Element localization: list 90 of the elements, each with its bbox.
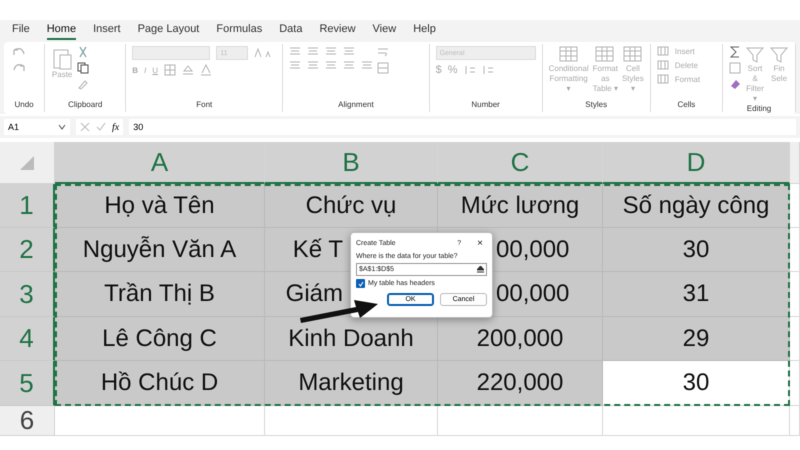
- group-label: Font: [195, 100, 214, 111]
- column-header[interactable]: C: [438, 142, 603, 184]
- menu-tab[interactable]: Review: [319, 20, 356, 40]
- group-label: Alignment: [337, 100, 375, 111]
- row-header[interactable]: 1: [0, 184, 55, 228]
- font-color-icon: [200, 64, 212, 76]
- menu-tab[interactable]: Insert: [93, 20, 121, 40]
- menu-tab[interactable]: Formulas: [216, 20, 262, 40]
- table-cell: 29: [603, 317, 790, 361]
- empty-cell: [790, 272, 800, 317]
- row-header[interactable]: 6: [0, 406, 55, 436]
- table-style-icon: [595, 46, 616, 64]
- chevron-icon: [58, 124, 66, 130]
- table-cell: Chức vụ: [265, 184, 438, 228]
- menu-tab[interactable]: File: [12, 20, 30, 40]
- table-cell: Số ngày công: [603, 184, 790, 228]
- table-cell: 30: [603, 228, 790, 272]
- align-icon: [307, 46, 320, 56]
- table-cell: Marketing: [265, 361, 438, 406]
- eraser-icon: [729, 78, 742, 90]
- menu-tab[interactable]: Page Layout: [138, 20, 200, 40]
- group-label: Editing: [746, 104, 772, 113]
- group-label: Cells: [676, 100, 696, 111]
- scissors-icon: [77, 46, 90, 58]
- cancel-icon: [80, 122, 90, 132]
- group-label: Clipboard: [67, 100, 104, 111]
- table-cell: 220,000: [438, 361, 603, 406]
- align-icon: [325, 60, 338, 70]
- align-icon: [307, 60, 320, 70]
- table-cell: Kinh Doanh: [265, 317, 438, 361]
- column-header[interactable]: B: [265, 142, 438, 184]
- menu-tab[interactable]: View: [372, 20, 396, 40]
- align-icon: [325, 46, 338, 56]
- table-cell: Hồ Chúc D: [55, 361, 265, 406]
- table-cell: Họ và Tên: [55, 184, 265, 228]
- column-header: [790, 142, 800, 184]
- column-header[interactable]: A: [55, 142, 265, 184]
- insert-function-button[interactable]: fx: [112, 122, 120, 132]
- select-all-icon: [20, 156, 34, 170]
- decimal-icon: [482, 64, 494, 76]
- align-icon: [343, 46, 356, 56]
- menu-tab[interactable]: Data: [279, 20, 302, 40]
- column-header[interactable]: D: [603, 142, 790, 184]
- group-label: Number: [470, 100, 501, 111]
- fill-color-icon: [182, 64, 194, 76]
- sum-icon: [729, 46, 742, 58]
- name-box[interactable]: A1: [4, 119, 70, 135]
- table-style-icon: [622, 46, 643, 64]
- row-header[interactable]: 3: [0, 272, 55, 317]
- align-icon: [289, 46, 302, 56]
- empty-cell: [790, 361, 800, 406]
- table-cell: 31: [603, 272, 790, 317]
- group-label: Undo: [14, 100, 35, 111]
- table-cell: 200,000: [438, 317, 603, 361]
- table-cell: Lê Công C: [55, 317, 265, 361]
- table-cell: Trần Thị B: [55, 272, 265, 317]
- group-label: Styles: [584, 100, 608, 111]
- cells-icon: [656, 60, 669, 70]
- table-cell: Nguyễn Văn A: [55, 228, 265, 272]
- empty-cell: [790, 317, 800, 361]
- brush-icon: [77, 78, 90, 90]
- sort-filter-icon: [769, 46, 790, 64]
- cells-icon: [656, 74, 669, 84]
- align-icon: [361, 60, 374, 70]
- menu-tab[interactable]: Home: [46, 20, 76, 40]
- fill-icon: [729, 62, 742, 74]
- row-header[interactable]: 5: [0, 361, 55, 406]
- collapse-icon: [477, 266, 484, 273]
- row-header[interactable]: 4: [0, 317, 55, 361]
- row-header[interactable]: 2: [0, 228, 55, 272]
- merge-icon: [377, 62, 390, 74]
- empty-cell: [790, 406, 800, 436]
- table-cell: Mức lương: [438, 184, 603, 228]
- align-icon: [289, 60, 302, 70]
- align-icon: [343, 60, 356, 70]
- select-all-button[interactable]: [0, 142, 55, 184]
- formula-field[interactable]: 30: [129, 119, 796, 135]
- empty-cell: [790, 228, 800, 272]
- table-style-icon: [558, 46, 579, 64]
- copy-icon: [77, 62, 92, 74]
- borders-icon: [164, 64, 176, 76]
- decimal-icon: [464, 64, 476, 76]
- cells-icon: [656, 46, 669, 56]
- menu-tab[interactable]: Help: [413, 20, 436, 40]
- wrap-icon: [377, 46, 390, 58]
- check-icon: [96, 122, 106, 132]
- sort-filter-icon: [745, 46, 766, 64]
- close-button[interactable]: ×: [477, 238, 483, 248]
- check-icon: [358, 280, 364, 286]
- checkbox[interactable]: [356, 279, 365, 288]
